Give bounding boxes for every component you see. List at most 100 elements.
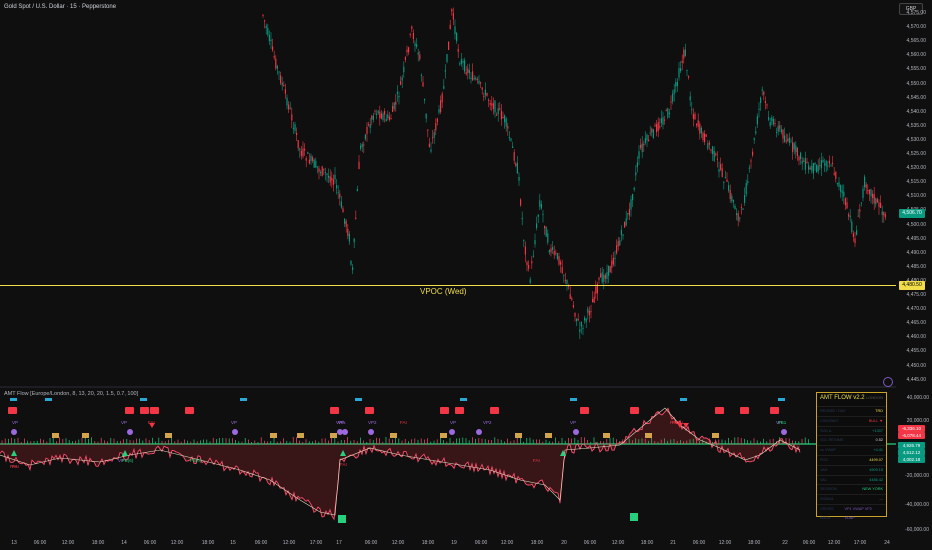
candle-body (520, 199, 522, 206)
candle-body (734, 205, 736, 210)
amt-row-key: VAH (820, 467, 828, 472)
signal-box (770, 407, 779, 414)
candle-body (516, 162, 518, 174)
candle-body (528, 264, 530, 269)
indicator-marker-label: VP2 (368, 420, 377, 425)
candle-body (296, 132, 298, 136)
candle-body (670, 101, 672, 103)
vp-dot (127, 429, 133, 435)
candle-body (707, 143, 709, 149)
candle-body (798, 156, 800, 161)
time-tick: 17 (336, 540, 342, 546)
candle-body (731, 195, 733, 201)
indicator-marker-label: FAI (672, 420, 679, 425)
candle-body (742, 208, 744, 210)
candle-body (817, 165, 819, 172)
candle-body (628, 209, 630, 216)
price-tick: 4,570.00 (906, 24, 926, 31)
candle-body (456, 32, 458, 42)
candle-body (769, 121, 771, 126)
candle-body (393, 102, 395, 109)
candle-body (766, 104, 768, 106)
candle-body (809, 167, 811, 170)
candle-body (420, 74, 422, 76)
candle-body (512, 146, 514, 149)
candle-body (657, 122, 659, 131)
price-tick: 4,460.00 (906, 334, 926, 341)
candle-body (480, 82, 482, 84)
candle-body (278, 71, 280, 73)
candle-body (779, 125, 781, 130)
candle-body (344, 218, 346, 224)
candle-body (572, 304, 574, 308)
candle-body (699, 123, 701, 134)
symbol-title[interactable]: Gold Spot / U.S. Dollar · 15 · Peppersto… (4, 4, 116, 10)
candle-body (555, 252, 557, 254)
candle-body (873, 194, 875, 204)
candle-body (824, 163, 826, 166)
candle-body (840, 185, 842, 192)
candle-body (595, 286, 597, 294)
indicator-marker-label: VP (121, 420, 128, 425)
indicator-marker-label: VP (570, 420, 577, 425)
amt-panel-row: SVD Δ +1307 (817, 425, 886, 436)
candle-body (851, 221, 853, 233)
time-tick: 06:00 (474, 540, 488, 546)
candle-body (536, 223, 538, 228)
candle-body (844, 198, 846, 206)
amt-row-key: VOL REGIME (820, 438, 844, 443)
amt-panel-row: VAH 4509.15 (817, 464, 886, 475)
amt-row-value: +4.41 (873, 448, 883, 453)
candle-body (432, 137, 434, 139)
candle-body (468, 70, 470, 74)
candle-body (412, 32, 414, 40)
candle-body (326, 173, 328, 176)
candle-body (587, 308, 589, 313)
candle-body (280, 75, 282, 84)
candle-body (756, 116, 758, 125)
candle-body (747, 181, 749, 183)
signal-box (740, 407, 749, 414)
indicator-marker-label: FAI (533, 458, 540, 463)
candle-body (808, 165, 810, 170)
candle-body (297, 140, 299, 149)
candle-body (534, 240, 536, 245)
candle-body (289, 107, 291, 109)
candle-body (352, 267, 354, 271)
candle-body (702, 132, 704, 140)
candle-body (748, 167, 750, 169)
signal-box (455, 407, 464, 414)
indicator-title[interactable]: AMT Flow [Europe/London, 8, 13, 20, 20, … (4, 391, 138, 397)
session-marker (140, 398, 147, 401)
candle-body (499, 108, 501, 110)
candle-body (473, 78, 475, 80)
candle-body (636, 162, 638, 168)
settings-gear-icon[interactable] (883, 377, 893, 387)
candle-body (681, 60, 683, 63)
time-tick: 18:00 (747, 540, 761, 546)
time-tick: 22 (782, 540, 788, 546)
signal-box (150, 407, 159, 414)
price-tick: 4,530.00 (906, 136, 926, 143)
candle-body (451, 9, 453, 12)
candle-body (529, 279, 531, 283)
candle-body (425, 113, 427, 119)
candle-body (331, 177, 333, 181)
candle-body (860, 202, 862, 204)
candle-body (272, 46, 274, 51)
candle-body (416, 44, 418, 47)
session-marker (240, 398, 247, 401)
candle-body (825, 160, 827, 167)
candle-body (854, 238, 856, 244)
buy-box (338, 515, 346, 523)
candle-body (732, 199, 734, 203)
vp-dot (342, 429, 348, 435)
candle-body (515, 163, 517, 167)
time-tick: 12:00 (170, 540, 184, 546)
candle-body (571, 298, 573, 300)
candle-body (452, 13, 454, 20)
candle-body (777, 125, 779, 132)
candle-body (489, 102, 491, 105)
candle-body (651, 128, 653, 133)
price-chart[interactable] (0, 0, 932, 550)
